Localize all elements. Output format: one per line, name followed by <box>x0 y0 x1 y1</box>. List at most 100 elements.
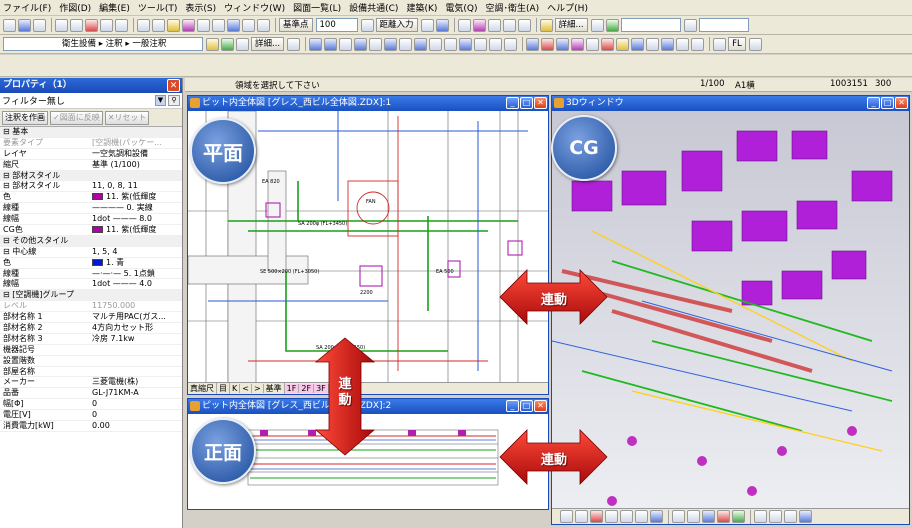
duct-rect-icon[interactable] <box>324 37 338 51</box>
pipe-cross-icon[interactable] <box>601 37 615 51</box>
erase-icon[interactable] <box>212 18 225 32</box>
distance-input-button[interactable]: 距離入力 <box>375 18 418 32</box>
pointer-icon[interactable] <box>575 510 588 523</box>
property-row[interactable]: 電圧[V] 0 <box>0 410 182 422</box>
menu-item[interactable]: ヘルプ(H) <box>547 1 588 14</box>
property-row[interactable]: 線幅 1dot ——— 8.0 <box>0 214 182 226</box>
minimize-icon[interactable]: _ <box>867 97 880 109</box>
property-row[interactable]: 線種 —·—·— 5. 1点鎖 <box>0 269 182 280</box>
close-icon[interactable]: ✕ <box>895 97 908 109</box>
property-row[interactable]: 部材名称 1 マルチ用PAC(ガス... <box>0 312 182 324</box>
level-icon[interactable] <box>748 37 762 51</box>
menu-item[interactable]: 表示(S) <box>185 1 216 14</box>
dimension-icon[interactable] <box>197 18 210 32</box>
insulation-icon[interactable] <box>504 37 518 51</box>
export-icon[interactable] <box>784 510 797 523</box>
undo-icon[interactable] <box>227 18 240 32</box>
scale-select[interactable]: 100 <box>315 18 358 32</box>
pin-icon[interactable]: ⚲ <box>168 95 180 106</box>
menu-item[interactable]: ウィンドウ(W) <box>224 1 285 14</box>
property-row[interactable]: ⊟ その他スタイル <box>0 235 182 247</box>
print-view-icon[interactable] <box>769 510 782 523</box>
front-window-title[interactable]: ピット内全体図 [グレス_西ビル全体図.ZDX]:2 _ □ ✕ <box>188 399 548 414</box>
rect-tool-icon[interactable] <box>100 18 113 32</box>
save-view-icon[interactable] <box>799 510 812 523</box>
property-row[interactable]: 部材名称 2 4方向カセット形 <box>0 323 182 334</box>
linetype-select[interactable] <box>620 18 681 32</box>
property-row[interactable]: ⊟ [空調機]グループ <box>0 290 182 302</box>
pipe-slope-icon[interactable] <box>541 37 555 51</box>
camera-icon[interactable] <box>672 510 685 523</box>
cg-window-title[interactable]: 3Dウィンドウ _ □ ✕ <box>552 96 909 111</box>
pipe-hanger-icon[interactable] <box>631 37 645 51</box>
select-area-icon[interactable] <box>420 18 434 32</box>
view-icon[interactable] <box>487 18 501 32</box>
menu-item[interactable]: ツール(T) <box>138 1 178 14</box>
connect-icon[interactable] <box>661 37 675 51</box>
pipe-joint-icon[interactable] <box>571 37 585 51</box>
pen-icon[interactable] <box>590 18 604 32</box>
close-icon[interactable]: ✕ <box>167 79 180 92</box>
property-row[interactable]: ⊟ 中心線 1, 5, 4 <box>0 247 182 258</box>
hood-icon[interactable] <box>459 37 473 51</box>
property-row[interactable]: 消費電力[kW] 0.00 <box>0 421 182 432</box>
annotation-icon[interactable] <box>221 37 234 51</box>
render-icon[interactable] <box>732 510 745 523</box>
property-row[interactable]: 設置階数 <box>0 356 182 367</box>
layout-icon[interactable] <box>457 18 471 32</box>
close-icon[interactable]: ✕ <box>534 400 547 412</box>
menu-item[interactable]: 建築(K) <box>406 1 437 14</box>
linewidth-icon[interactable] <box>683 18 697 32</box>
property-row[interactable]: 要素タイプ [空調機(パッケー... <box>0 138 182 149</box>
property-row[interactable]: ⊟ 部材スタイル 11, 0, 8, 11 <box>0 181 182 193</box>
pipe-line-icon[interactable] <box>526 37 540 51</box>
property-row[interactable]: 線種 ———— 0. 実線 <box>0 203 182 215</box>
panel-icon[interactable] <box>517 18 531 32</box>
line-tool-icon[interactable] <box>55 18 68 32</box>
property-row[interactable]: 部屋名称 <box>0 367 182 378</box>
detail-button[interactable]: 詳細... <box>554 18 588 32</box>
reducer-icon[interactable] <box>384 37 398 51</box>
layer-icon[interactable] <box>472 18 486 32</box>
text-style-icon[interactable] <box>182 18 195 32</box>
menu-item[interactable]: 図面一覧(L) <box>293 1 341 14</box>
save-icon[interactable] <box>18 18 31 32</box>
property-row[interactable]: メーカー 三菱電機(株) <box>0 377 182 389</box>
annotate-button[interactable]: 注釈を作画 <box>2 110 48 125</box>
linewidth-select[interactable] <box>698 18 749 32</box>
close-icon[interactable]: ✕ <box>534 97 547 109</box>
reset-button[interactable]: ✕リセット <box>104 110 150 125</box>
pipe-icon[interactable] <box>489 37 503 51</box>
pipe-valve-icon[interactable] <box>616 37 630 51</box>
zoom-in-icon[interactable] <box>605 510 618 523</box>
pipe-vertical-icon[interactable] <box>556 37 570 51</box>
zoom-out-icon[interactable] <box>620 510 633 523</box>
menu-item[interactable]: ファイル(F) <box>3 1 51 14</box>
property-row[interactable]: レイヤ 一空気調和設備 <box>0 149 182 160</box>
floor-tab[interactable]: 1F <box>284 384 300 393</box>
menu-item[interactable]: 設備共通(C) <box>349 1 398 14</box>
maximize-icon[interactable]: □ <box>520 400 533 412</box>
copy-icon[interactable] <box>152 18 165 32</box>
property-row[interactable]: 色 1. 青 <box>0 258 182 269</box>
property-row[interactable]: ⊟ 部材スタイル <box>0 170 182 182</box>
base-point-button[interactable]: 基準点 <box>279 18 313 32</box>
cloud-tool-icon[interactable] <box>85 18 98 32</box>
maximize-icon[interactable]: □ <box>520 97 533 109</box>
floor-tab[interactable]: 3F <box>314 384 329 393</box>
view-side-icon[interactable] <box>717 510 730 523</box>
minimize-icon[interactable]: _ <box>506 97 519 109</box>
menu-item[interactable]: 編集(E) <box>99 1 130 14</box>
text-tool-icon[interactable] <box>70 18 83 32</box>
property-row[interactable]: 線幅 1dot ——— 4.0 <box>0 279 182 291</box>
fl-button[interactable]: FL <box>728 37 746 51</box>
elbow-icon[interactable] <box>369 37 383 51</box>
select-icon[interactable] <box>560 510 573 523</box>
floor-tab[interactable]: K <box>230 384 241 393</box>
breadcrumb-select[interactable]: 衛生設備 ▸ 注釈 ▸ 一般注釈 <box>3 37 203 51</box>
floor-tab[interactable]: < <box>240 384 252 393</box>
property-row[interactable]: 品番 GL-J71KM-A <box>0 388 182 400</box>
fitting-icon[interactable] <box>339 37 353 51</box>
valve-icon[interactable] <box>474 37 488 51</box>
filter-select[interactable]: フィルター無し ▼ ⚲ <box>0 93 182 109</box>
